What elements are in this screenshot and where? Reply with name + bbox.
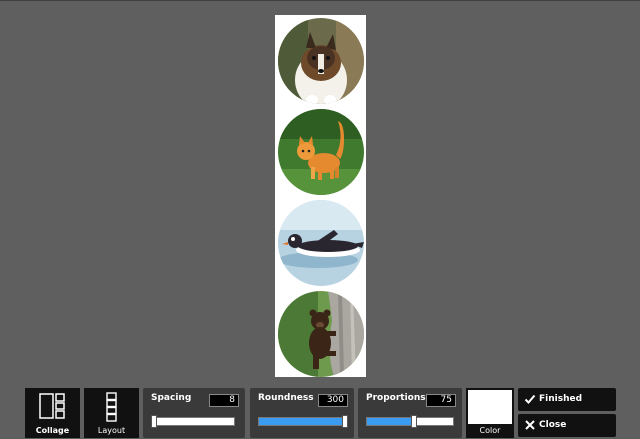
penguin-image	[278, 200, 364, 286]
spacing-title: Spacing	[151, 393, 192, 403]
cat-image	[278, 109, 364, 195]
proportions-slider-thumb[interactable]	[411, 415, 418, 428]
collage-canvas[interactable]	[275, 15, 366, 377]
close-button[interactable]: Close	[518, 414, 616, 437]
roundness-slider-thumb[interactable]	[342, 415, 348, 428]
photo-bear[interactable]	[278, 291, 364, 377]
roundness-panel: Roundness 300	[250, 388, 354, 438]
proportions-slider[interactable]	[366, 415, 454, 428]
finished-button[interactable]: Finished	[518, 388, 616, 411]
layout-button[interactable]: Layout	[84, 388, 139, 438]
roundness-value-field[interactable]: 300	[318, 394, 348, 407]
roundness-slider-fill	[259, 418, 345, 425]
photo-cat[interactable]	[278, 109, 364, 195]
bottom-toolbar: Collage Layout Spacing 8 Roundness 300 P…	[0, 388, 640, 439]
color-button[interactable]: Color	[466, 388, 514, 438]
photo-dog[interactable]	[278, 18, 364, 104]
spacing-panel: Spacing 8	[143, 388, 245, 438]
photo-penguin[interactable]	[278, 200, 364, 286]
close-label: Close	[539, 420, 567, 430]
dog-image	[278, 18, 364, 104]
collage-button[interactable]: Collage	[25, 388, 80, 438]
close-icon	[525, 420, 535, 430]
color-label: Color	[479, 426, 501, 435]
roundness-slider[interactable]	[258, 415, 348, 428]
layout-icon	[106, 392, 117, 422]
spacing-slider[interactable]	[151, 415, 235, 428]
spacing-slider-thumb[interactable]	[151, 415, 158, 428]
editor-stage: Collage Layout Spacing 8 Roundness 300 P…	[0, 0, 640, 439]
proportions-slider-fill	[367, 418, 415, 425]
proportions-panel: Proportions 75	[358, 388, 462, 438]
color-swatch	[468, 390, 512, 424]
collage-icon	[39, 393, 65, 419]
finished-label: Finished	[539, 394, 583, 404]
collage-label: Collage	[35, 426, 70, 435]
spacing-value-field[interactable]: 8	[209, 394, 239, 407]
roundness-title: Roundness	[258, 393, 314, 403]
proportions-title: Proportions	[366, 393, 426, 403]
check-icon	[524, 394, 536, 404]
bear-image	[278, 291, 364, 377]
proportions-value-field[interactable]: 75	[426, 394, 456, 407]
layout-label: Layout	[97, 426, 126, 435]
